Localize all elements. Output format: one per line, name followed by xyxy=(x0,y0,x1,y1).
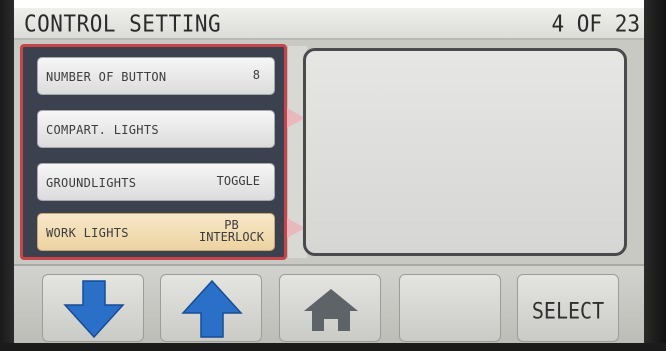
bezel-left-edge xyxy=(0,0,14,351)
menu-item-value: 8 xyxy=(252,68,260,82)
menu-item-groundlights[interactable]: GROUNDLIGHTS TOGGLE xyxy=(37,163,275,201)
menu-item-work-lights[interactable]: WORK LIGHTS PB INTERLOCK xyxy=(37,213,275,251)
page-title: CONTROL SETTING xyxy=(24,10,222,38)
menu-item-label: WORK LIGHTS xyxy=(46,226,129,240)
menu-item-label: GROUNDLIGHTS xyxy=(46,176,137,190)
menu-item-compart-lights[interactable]: COMPART. LIGHTS xyxy=(37,110,275,148)
select-button-label: SELECT xyxy=(531,297,605,325)
bezel-bottom-edge xyxy=(0,343,666,351)
title-bar: CONTROL SETTING 4 OF 23 xyxy=(14,8,644,40)
arrow-down-icon xyxy=(63,280,125,339)
page-indicator: 4 OF 23 xyxy=(551,10,640,38)
select-button[interactable]: SELECT xyxy=(517,274,619,342)
menu-panel: NUMBER OF BUTTON 8 COMPART. LIGHTS GROUN… xyxy=(20,44,287,260)
touch-screen: CONTROL SETTING 4 OF 23 NUMBER OF BUTTON… xyxy=(14,8,644,343)
scroll-down-button[interactable] xyxy=(42,274,144,342)
detail-panel xyxy=(303,48,627,256)
menu-item-label: COMPART. LIGHTS xyxy=(46,123,159,137)
bottom-nav-bar: SELECT xyxy=(14,264,644,343)
blank-button[interactable] xyxy=(399,274,501,342)
home-button[interactable] xyxy=(279,274,381,342)
menu-item-number-of-button[interactable]: NUMBER OF BUTTON 8 xyxy=(37,57,275,95)
home-icon xyxy=(304,289,358,331)
menu-item-value: PB INTERLOCK xyxy=(199,219,264,243)
menu-item-value: TOGGLE xyxy=(216,174,260,188)
arrow-up-icon xyxy=(181,279,243,338)
menu-item-value-line2: INTERLOCK xyxy=(198,230,264,244)
menu-item-label: NUMBER OF BUTTON xyxy=(46,70,167,84)
bezel-right-edge xyxy=(644,0,666,351)
scroll-up-button[interactable] xyxy=(160,274,262,342)
